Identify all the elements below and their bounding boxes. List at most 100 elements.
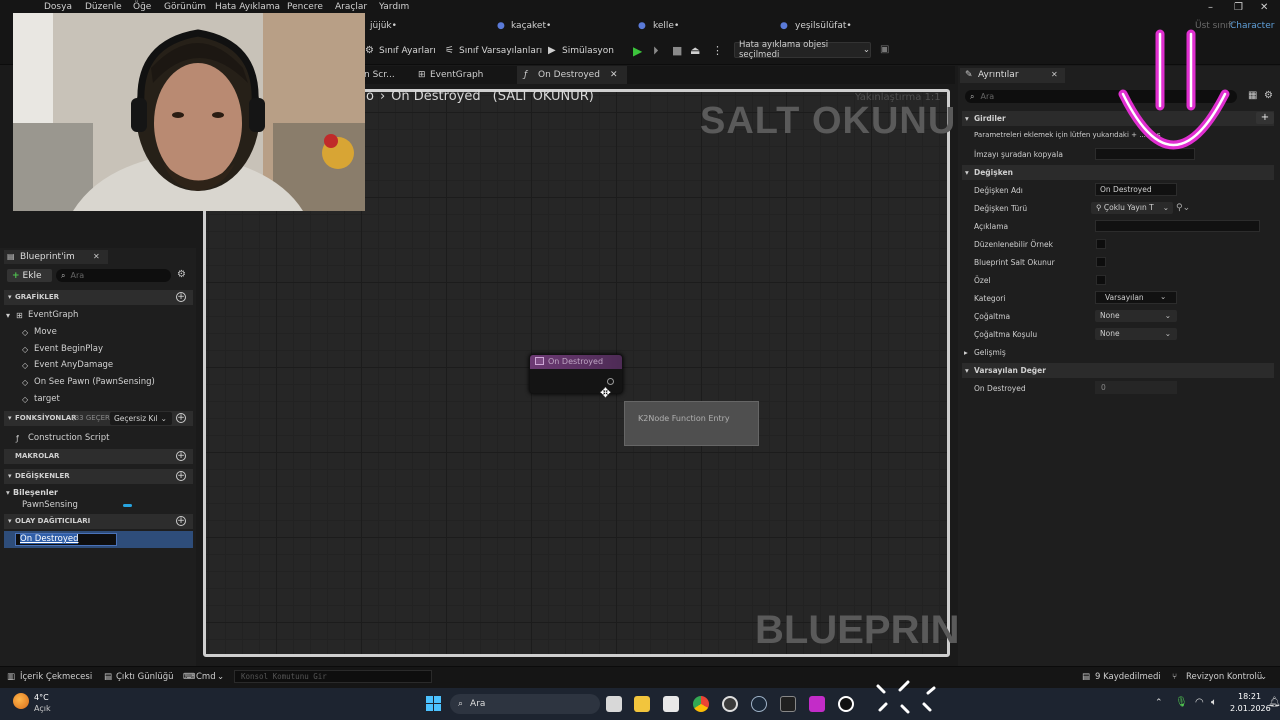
container-type-icon[interactable]: ⚲⌄ (1176, 203, 1190, 213)
app-purple-icon[interactable] (809, 696, 825, 712)
simulation-button[interactable]: ▶ Simülasyon (548, 44, 614, 58)
grid-view-icon[interactable]: ▦ (1248, 90, 1257, 101)
notification-icon[interactable]: 🔔︎ (1268, 697, 1280, 708)
chevron-down-icon: ⌄ (1162, 203, 1169, 212)
close-tab-icon[interactable]: ✕ (610, 70, 618, 80)
exec-pin[interactable] (607, 378, 614, 385)
add-input-button[interactable]: + (1256, 112, 1274, 124)
parent-class-link[interactable]: Character (1230, 21, 1274, 31)
menu-asset[interactable]: Öğe (133, 2, 151, 12)
class-settings-button[interactable]: ⚙ Sınıf Ayarları (365, 44, 436, 58)
minimize-icon[interactable]: – (1208, 2, 1213, 13)
add-dispatcher-icon[interactable]: + (176, 516, 186, 526)
eject-icon[interactable]: ⏏ (690, 44, 700, 57)
move-cursor-icon: ✥ (600, 386, 611, 401)
close-panel-icon[interactable]: ✕ (93, 252, 100, 261)
menu-edit[interactable]: Düzenle (85, 2, 122, 12)
dispatcher-rename-input[interactable]: On Destroyed (15, 533, 117, 546)
collapse-icon: ▾ (965, 114, 969, 123)
clock-date[interactable]: 2.01.2026 (1230, 704, 1271, 713)
advanced-label[interactable]: Gelişmiş (974, 348, 1006, 357)
more-options-icon[interactable]: ⋮ (712, 44, 723, 57)
readonly-checkbox[interactable] (1096, 257, 1106, 267)
var-type-dropdown[interactable]: ⚲ Çoklu Yayın T ⌄ (1091, 202, 1173, 214)
steam-icon[interactable] (751, 696, 767, 712)
clock-time[interactable]: 18:21 (1238, 692, 1261, 701)
asset-tab-kelle[interactable]: kelle• (653, 21, 679, 31)
tree-item-on-see-pawn[interactable]: On See Pawn (PawnSensing) (34, 377, 155, 387)
tray-chevron-icon[interactable]: ⌃ (1155, 698, 1163, 708)
chrome-icon[interactable] (693, 696, 709, 712)
tree-item-beginplay[interactable]: Event BeginPlay (34, 344, 103, 354)
details-icon: ✎ (965, 70, 973, 80)
chevron-down-icon[interactable]: ⌄ (1160, 292, 1166, 301)
menu-view[interactable]: Görünüm (164, 2, 206, 12)
menu-help[interactable]: Yardım (379, 2, 409, 12)
asset-tab-kacaket[interactable]: kaçaket• (511, 21, 551, 31)
cmd-dropdown[interactable]: Cmd (196, 672, 216, 682)
unsaved-button[interactable]: 9 Kaydedilmedi (1095, 672, 1161, 682)
replication-dropdown[interactable]: None ⌄ (1095, 310, 1177, 322)
restore-icon[interactable]: ❐ (1234, 2, 1243, 13)
component-type-pill (123, 504, 132, 507)
add-button[interactable]: + Ekle (7, 269, 52, 282)
menu-tools[interactable]: Araçlar (335, 2, 367, 12)
settings-gear-icon[interactable]: ⚙ (177, 269, 186, 280)
console-input[interactable]: Konsol Komutunu Gir (234, 670, 432, 683)
taskbar-search[interactable]: ⌕ Ara (450, 694, 600, 714)
add-variable-icon[interactable]: + (176, 471, 186, 481)
tree-item-anydamage[interactable]: Event AnyDamage (34, 360, 113, 370)
add-graph-icon[interactable]: + (176, 292, 186, 302)
editable-checkbox[interactable] (1096, 239, 1106, 249)
tab-event-graph[interactable]: EventGraph (430, 70, 483, 80)
tree-item-pawnsensing[interactable]: PawnSensing (22, 500, 78, 510)
menu-file[interactable]: Dosya (44, 2, 72, 12)
app-icon[interactable] (722, 696, 738, 712)
override-dropdown[interactable]: Geçersiz Kıl ⌄ (110, 412, 172, 425)
weather-icon[interactable] (13, 693, 29, 709)
asset-tab-yesil[interactable]: yeşilsülüfat• (795, 21, 852, 31)
settings-gear-icon[interactable]: ⚙ (1264, 90, 1273, 101)
menu-window[interactable]: Pencere (287, 2, 323, 12)
var-name-value: On Destroyed (1100, 185, 1152, 194)
play-icon[interactable]: ▶ (633, 44, 642, 58)
browse-icon[interactable]: ▣ (880, 44, 889, 55)
asset-tab-jujuk[interactable]: jüjük• (370, 21, 397, 31)
chevron-down-icon[interactable]: ⌄ (1260, 672, 1267, 682)
file-explorer-icon[interactable] (634, 696, 650, 712)
chevron-down-icon[interactable]: ⌄ (217, 672, 224, 682)
tree-item-target[interactable]: target (34, 394, 60, 404)
tab-construction-script[interactable]: n Scr... (364, 70, 395, 80)
add-function-icon[interactable]: + (176, 413, 186, 423)
wifi-icon[interactable]: ◠ (1195, 697, 1204, 708)
store-icon[interactable] (663, 696, 679, 712)
description-field[interactable] (1095, 220, 1260, 232)
close-details-icon[interactable]: ✕ (1051, 70, 1058, 79)
stop-icon[interactable]: ■ (672, 44, 682, 57)
close-window-icon[interactable]: ✕ (1260, 2, 1268, 13)
tree-item-event-graph[interactable]: EventGraph (28, 310, 78, 320)
mic-icon[interactable]: 🎙︎ (1175, 697, 1188, 708)
revision-control-button[interactable]: Revizyon Kontrolü (1186, 672, 1262, 682)
step-icon[interactable]: ⏵ (653, 44, 659, 58)
content-drawer-button[interactable]: İçerik Çekmecesi (20, 672, 92, 682)
rep-condition-dropdown[interactable]: None ⌄ (1095, 328, 1177, 340)
tree-item-move[interactable]: Move (34, 327, 57, 337)
unreal-engine-icon[interactable] (838, 696, 854, 712)
task-view-icon[interactable] (606, 696, 622, 712)
epic-games-icon[interactable] (780, 696, 796, 712)
class-defaults-button[interactable]: ⚟ Sınıf Varsayılanları (445, 44, 542, 58)
volume-icon[interactable]: 🔈︎ (1211, 697, 1217, 708)
blueprint-search-input[interactable]: ⌕ Ara (56, 269, 171, 282)
default-value-field[interactable] (1095, 381, 1177, 394)
tree-item-construction-script[interactable]: Construction Script (28, 433, 109, 443)
private-checkbox[interactable] (1096, 275, 1106, 285)
debug-object-dropdown[interactable]: Hata ayıklama objesi seçilmedi ⌄ (734, 40, 871, 60)
windows-start-icon[interactable] (426, 696, 441, 711)
collapse-icon: ▾ (965, 168, 969, 177)
add-macro-icon[interactable]: + (176, 451, 186, 461)
event-arrow-icon: ◇ (22, 345, 29, 354)
class-defaults-label: Sınıf Varsayılanları (459, 46, 543, 56)
output-log-button[interactable]: Çıktı Günlüğü (116, 672, 174, 682)
menu-debug[interactable]: Hata Ayıklama (215, 2, 280, 12)
